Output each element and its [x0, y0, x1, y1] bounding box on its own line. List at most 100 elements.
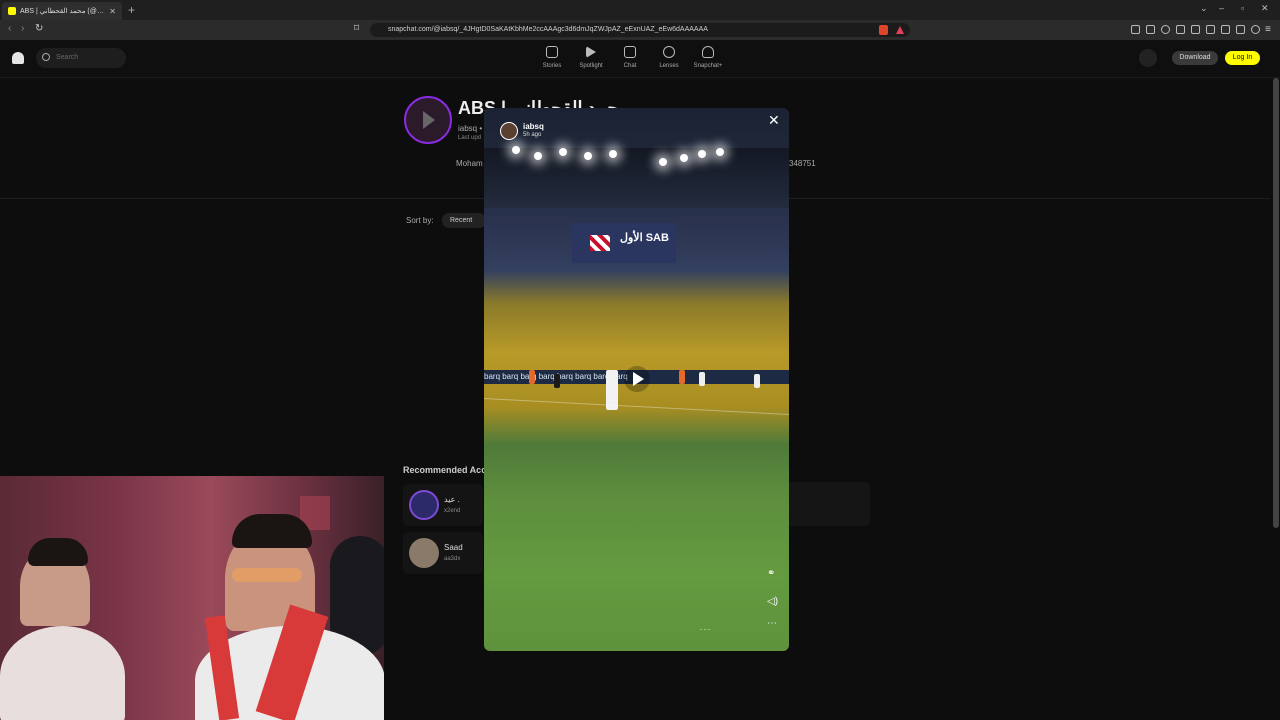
avatar [409, 538, 439, 568]
stories-icon [546, 46, 558, 58]
stadium-sponsor-sign: الأول SAB [572, 223, 676, 263]
story-author-avatar[interactable] [500, 122, 518, 140]
search-icon [42, 53, 50, 61]
tab-close-icon[interactable]: ✕ [109, 7, 116, 16]
forward-icon[interactable]: › [21, 23, 24, 34]
account-name: عيد . [444, 495, 460, 504]
lenses-icon [663, 46, 675, 58]
player [699, 372, 705, 386]
brave-rewards-icon[interactable] [896, 26, 904, 34]
sunglasses [232, 568, 302, 582]
tab-title: ABS | محمد القحطاني (@iabsq) [20, 8, 105, 15]
recommended-card-background [788, 482, 870, 526]
brave-shield-icon[interactable] [879, 25, 888, 35]
nav-chat[interactable]: Chat [610, 46, 650, 69]
page-scrollbar[interactable] [1273, 78, 1279, 528]
new-tab-button[interactable]: + [128, 3, 135, 17]
player [554, 374, 560, 388]
nav-label: Spotlight [579, 63, 603, 69]
recommended-account[interactable]: Saad aa3dx [403, 532, 483, 574]
snapchat-favicon-icon [8, 7, 16, 15]
player [679, 370, 685, 384]
player [529, 370, 535, 384]
extension-icon[interactable] [1176, 25, 1185, 34]
profile-avatar[interactable] [404, 96, 452, 144]
menu-icon[interactable]: ≡ [1265, 24, 1271, 35]
extensions-puzzle-icon[interactable] [1236, 25, 1245, 34]
hsbc-logo [590, 235, 610, 251]
sort-select[interactable]: Recent [442, 213, 486, 228]
reload-icon[interactable]: ↻ [35, 23, 43, 34]
nav-stories[interactable]: Stories [532, 46, 572, 69]
browser-tab-bar: ABS | محمد القحطاني (@iabsq) ✕ + ⌄ – ▫ ✕ [0, 0, 1280, 20]
avatar [409, 490, 439, 520]
profile-bio: Moham [456, 159, 483, 168]
nav-spotlight[interactable]: Spotlight [571, 46, 611, 69]
story-username[interactable]: iabsq [523, 122, 544, 131]
floodlight [534, 152, 542, 160]
nav-label: Snapchat+ [693, 63, 723, 69]
search-input[interactable]: Search [36, 48, 126, 68]
nav-label: Chat [623, 63, 637, 69]
sign-text: الأول SAB [620, 232, 669, 244]
person-right-hair [232, 514, 312, 548]
tab-list-chevron-icon[interactable]: ⌄ [1200, 3, 1208, 14]
browser-tab[interactable]: ABS | محمد القحطاني (@iabsq) ✕ [2, 2, 122, 20]
close-icon[interactable]: ✕ [768, 113, 780, 127]
stadium-roof [484, 148, 789, 208]
story-time: 5h ago [523, 132, 542, 138]
window-close-icon[interactable]: ✕ [1261, 3, 1269, 14]
sidebar-icon[interactable] [1206, 25, 1215, 34]
minimize-icon[interactable]: – [1219, 3, 1224, 13]
story-watermark: ـ ـ ـ [700, 625, 711, 632]
play-icon[interactable] [624, 366, 650, 392]
vpn-icon[interactable] [1251, 25, 1260, 34]
profile-last-updated: Last upd [458, 135, 482, 141]
pitch-line [484, 398, 789, 415]
url-field[interactable]: snapchat.com/@iabsq/_4JHgtD0SaKAtKbhMe2c… [370, 23, 910, 37]
maximize-icon[interactable]: ▫ [1241, 3, 1244, 13]
apps-grid-icon[interactable] [1139, 49, 1157, 67]
person-left-body [0, 626, 125, 720]
nav-lenses[interactable]: Lenses [649, 46, 689, 69]
account-name: Saad [444, 543, 463, 552]
nav-label: Lenses [659, 63, 679, 69]
wallet-icon[interactable] [1221, 25, 1230, 34]
floodlight [698, 150, 706, 158]
sort-label: Sort by: [406, 216, 434, 225]
player [754, 374, 760, 388]
snapchat-ghost-logo-icon[interactable] [12, 52, 24, 64]
back-icon[interactable]: ‹ [8, 23, 11, 34]
webcam-overlay [0, 476, 384, 720]
floodlight [584, 152, 592, 160]
profile-bio-number: 348751 [789, 159, 816, 168]
search-placeholder: Search [56, 54, 79, 61]
chat-icon [624, 46, 636, 58]
snapchat-plus-icon [702, 46, 714, 58]
url-text: snapchat.com/@iabsq/_4JHgtD0SaKAtKbhMe2c… [388, 26, 708, 33]
recommended-account[interactable]: عيد . x2end [403, 484, 483, 526]
person-left-hair [28, 538, 88, 566]
recommended-title: Recommended Acc [403, 465, 487, 475]
bookmark-icon[interactable]: ⌑ [354, 23, 359, 34]
account-username: aa3dx [444, 556, 461, 562]
address-bar-row: ‹ › ↻ ⌑ snapchat.com/@iabsq/_4JHgtD0SaKA… [0, 20, 1280, 40]
extension-icon[interactable] [1161, 25, 1170, 34]
login-button[interactable]: Log In [1225, 51, 1260, 65]
floodlight [716, 148, 724, 156]
download-button[interactable]: Download [1172, 51, 1218, 65]
profile-username: iabsq • [458, 124, 483, 133]
music-icon[interactable] [1191, 25, 1200, 34]
nav-snapchat-plus[interactable]: Snapchat+ [688, 46, 728, 69]
floodlight [680, 154, 688, 162]
floodlight [512, 146, 520, 154]
account-username: x2end [444, 508, 461, 514]
floodlight [559, 148, 567, 156]
extension-icon[interactable] [1131, 25, 1140, 34]
nav-label: Stories [542, 63, 562, 69]
more-icon[interactable]: ⋯ [767, 618, 777, 629]
extension-icon[interactable] [1146, 25, 1155, 34]
link-icon[interactable]: ⚭ [767, 568, 775, 579]
volume-icon[interactable]: ◁) [767, 596, 778, 607]
floodlight [609, 150, 617, 158]
